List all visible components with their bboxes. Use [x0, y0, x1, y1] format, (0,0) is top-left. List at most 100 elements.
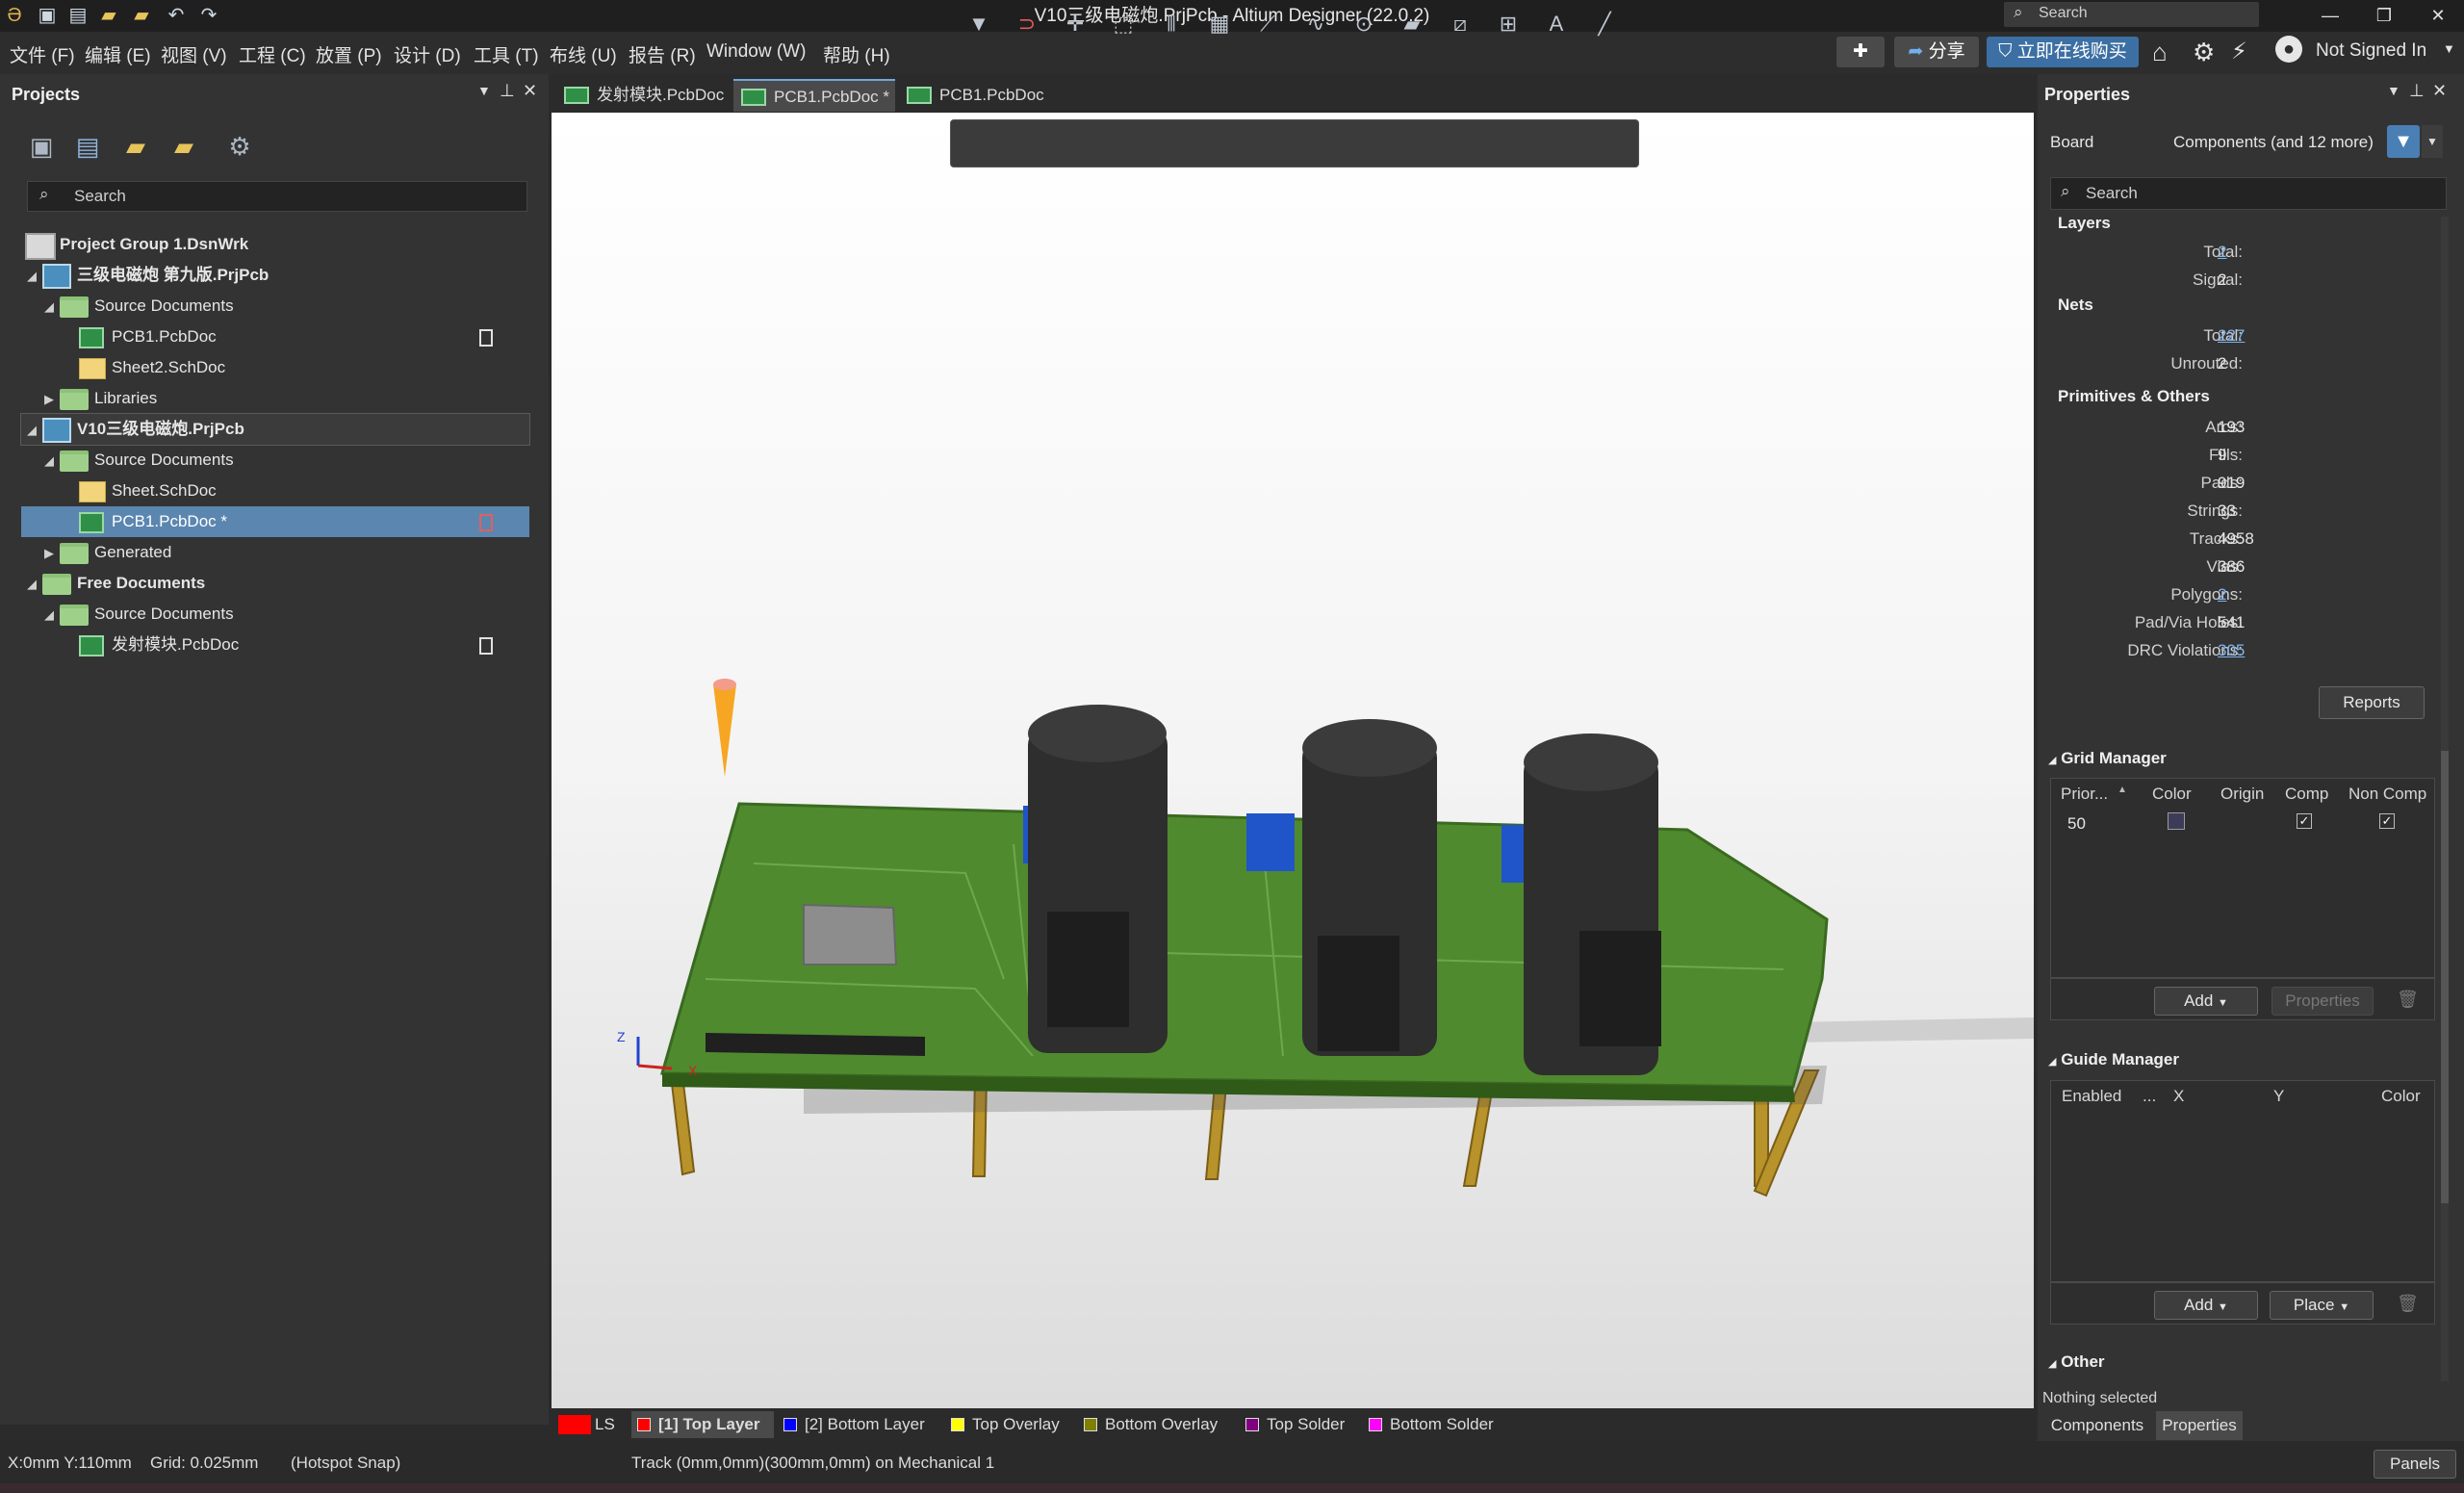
- collapsed-arrow-icon[interactable]: ▶: [42, 538, 56, 569]
- line-icon[interactable]: ╱: [1590, 10, 1619, 39]
- other-heading[interactable]: ◢ Other: [2048, 1352, 2105, 1372]
- snap-magnet-icon[interactable]: ⊃: [1013, 10, 1041, 39]
- panel-settings-gear-icon[interactable]: ⚙: [223, 130, 256, 163]
- layer-tab-top-solder[interactable]: Top Solder: [1240, 1411, 1359, 1438]
- properties-search-input[interactable]: ⌕ Search: [2050, 177, 2447, 210]
- reports-button[interactable]: Reports: [2319, 686, 2425, 719]
- tree-row-source-documents[interactable]: ◢ Source Documents: [21, 445, 529, 476]
- home-icon[interactable]: ⌂: [2152, 38, 2168, 67]
- panel-pin-icon[interactable]: ⊥: [2409, 81, 2425, 101]
- tree-row-pcb-doc[interactable]: PCB1.PcbDoc: [21, 322, 529, 352]
- grid-manager-heading[interactable]: ◢ Grid Manager: [2048, 749, 2167, 768]
- col-color[interactable]: Color: [2152, 785, 2192, 804]
- panel-pin-icon[interactable]: ⊥: [500, 81, 515, 101]
- collapsed-arrow-icon[interactable]: ▶: [42, 384, 56, 415]
- layer-set-button[interactable]: LS: [595, 1411, 615, 1438]
- menu-window[interactable]: Window (W): [706, 41, 806, 63]
- crosshair-icon[interactable]: ✛: [1061, 10, 1090, 39]
- col-priority[interactable]: Prior...: [2061, 785, 2108, 804]
- diff-pair-icon[interactable]: ∿: [1301, 10, 1330, 39]
- select-area-icon[interactable]: ⬚: [1109, 10, 1138, 39]
- tree-row-libraries[interactable]: ▶ Libraries: [21, 383, 529, 414]
- text-icon[interactable]: A: [1542, 10, 1571, 39]
- polygon-icon[interactable]: ▰: [1398, 10, 1426, 39]
- menu-edit[interactable]: 编辑 (E): [85, 41, 151, 67]
- tree-row-sch-doc[interactable]: Sheet2.SchDoc: [21, 352, 529, 383]
- buy-online-button[interactable]: ⛉ 立即在线购买: [1987, 37, 2139, 67]
- user-status[interactable]: Not Signed In: [2316, 40, 2426, 62]
- user-avatar-icon[interactable]: ●: [2275, 36, 2302, 63]
- tree-row-sch-doc[interactable]: Sheet.SchDoc: [21, 476, 529, 506]
- project-options-icon[interactable]: ▰: [167, 130, 200, 163]
- layers-total-value[interactable]: 2: [2218, 243, 2226, 262]
- close-window-button[interactable]: ✕: [2414, 0, 2462, 32]
- tab-launch-module[interactable]: 发射模块.PcbDoc: [556, 79, 730, 112]
- panel-tab-properties[interactable]: Properties: [2156, 1411, 2243, 1440]
- tree-row-project-group[interactable]: Project Group 1.DsnWrk: [21, 229, 529, 260]
- selection-filter-icon[interactable]: ▼: [2387, 125, 2420, 158]
- menu-design[interactable]: 设计 (D): [394, 41, 461, 67]
- tree-row-source-documents[interactable]: ◢ Source Documents: [21, 599, 529, 630]
- filter-dropdown-icon[interactable]: ▼: [2422, 125, 2443, 158]
- col-non-comp[interactable]: Non Comp: [2348, 785, 2426, 804]
- guide-place-button[interactable]: Place ▼: [2270, 1291, 2374, 1320]
- nets-total-value[interactable]: 227: [2218, 326, 2245, 346]
- save-project-icon[interactable]: ▣: [25, 130, 58, 163]
- align-icon[interactable]: ⫴: [1157, 10, 1186, 39]
- col-more[interactable]: ...: [2143, 1087, 2156, 1106]
- expanded-arrow-icon[interactable]: ◢: [42, 600, 56, 631]
- tab-pcb1[interactable]: PCB1.PcbDoc: [899, 79, 1063, 112]
- panel-close-icon[interactable]: ✕: [2432, 81, 2447, 101]
- settings-gear-icon[interactable]: ⚙: [2193, 38, 2215, 67]
- panel-menu-chevron-icon[interactable]: ▼: [477, 83, 491, 98]
- tree-row-pcb-doc-selected[interactable]: PCB1.PcbDoc *: [21, 506, 529, 537]
- properties-scrollbar-thumb[interactable]: [2441, 751, 2449, 1203]
- pcb-3d-viewport[interactable]: Z X: [552, 113, 2034, 1408]
- col-enabled[interactable]: Enabled: [2062, 1087, 2121, 1106]
- layer-tab-bottom-overlay[interactable]: Bottom Overlay: [1078, 1411, 1232, 1438]
- guide-manager-table[interactable]: [2050, 1080, 2435, 1282]
- guide-add-button[interactable]: Add ▼: [2154, 1291, 2258, 1320]
- panel-menu-chevron-icon[interactable]: ▼: [2387, 83, 2400, 98]
- menu-help[interactable]: 帮助 (H): [823, 41, 890, 67]
- tree-row-project-2[interactable]: ◢ V10三级电磁炮.PrjPcb: [20, 413, 530, 446]
- panel-tab-components[interactable]: Components: [2042, 1411, 2152, 1440]
- menu-file[interactable]: 文件 (F): [10, 41, 75, 67]
- polygons-value[interactable]: 2: [2218, 585, 2226, 605]
- keepout-icon[interactable]: ⧄: [1446, 10, 1475, 39]
- route-icon[interactable]: ⟋: [1253, 10, 1282, 39]
- menu-view[interactable]: 视图 (V): [161, 41, 227, 67]
- tree-row-source-documents[interactable]: ◢ Source Documents: [21, 291, 529, 322]
- menu-tools[interactable]: 工具 (T): [474, 41, 539, 67]
- title-search-box[interactable]: ⌕ Search: [2004, 2, 2259, 27]
- expanded-arrow-icon[interactable]: ◢: [25, 261, 38, 292]
- share-button[interactable]: ➦ 分享: [1894, 37, 1979, 67]
- save-documents-icon[interactable]: ▤: [71, 130, 104, 163]
- menu-reports[interactable]: 报告 (R): [629, 41, 696, 67]
- user-menu-chevron-icon[interactable]: ▼: [2443, 41, 2455, 56]
- restore-button[interactable]: ❐: [2360, 0, 2408, 32]
- layer-tab-top-layer[interactable]: [1] Top Layer: [631, 1411, 774, 1438]
- layer-tab-top-overlay[interactable]: Top Overlay: [945, 1411, 1068, 1438]
- selection-filter-label[interactable]: Components (and 12 more): [2173, 133, 2374, 152]
- guide-manager-heading[interactable]: ◢ Guide Manager: [2048, 1050, 2179, 1069]
- notifications-icon[interactable]: ⚡: [2231, 38, 2247, 65]
- menu-project[interactable]: 工程 (C): [239, 41, 306, 67]
- grid-add-button[interactable]: Add ▼: [2154, 987, 2258, 1016]
- tree-row-project-1[interactable]: ◢ 三级电磁炮 第九版.PrjPcb: [21, 260, 529, 291]
- grid-delete-icon[interactable]: 🗑: [2397, 990, 2419, 1010]
- panel-close-icon[interactable]: ✕: [523, 81, 537, 101]
- filter-icon[interactable]: ▼: [964, 10, 993, 39]
- grid-priority-value[interactable]: 50: [2067, 814, 2086, 834]
- expanded-arrow-icon[interactable]: ◢: [42, 446, 56, 476]
- grid-color-swatch[interactable]: [2168, 812, 2185, 830]
- grid-noncomp-checkbox[interactable]: ✓: [2379, 813, 2395, 829]
- open-folder-icon[interactable]: ▰: [119, 130, 152, 163]
- col-guide-color[interactable]: Color: [2381, 1087, 2421, 1106]
- layer-tab-bottom-layer[interactable]: [2] Bottom Layer: [778, 1411, 936, 1438]
- guide-delete-icon[interactable]: 🗑: [2397, 1294, 2419, 1314]
- col-x[interactable]: X: [2173, 1087, 2184, 1106]
- feedback-button[interactable]: ✚: [1836, 37, 1885, 67]
- tree-row-free-documents[interactable]: ◢ Free Documents: [21, 568, 529, 599]
- tree-row-launch-pcb-doc[interactable]: 发射模块.PcbDoc: [21, 630, 529, 660]
